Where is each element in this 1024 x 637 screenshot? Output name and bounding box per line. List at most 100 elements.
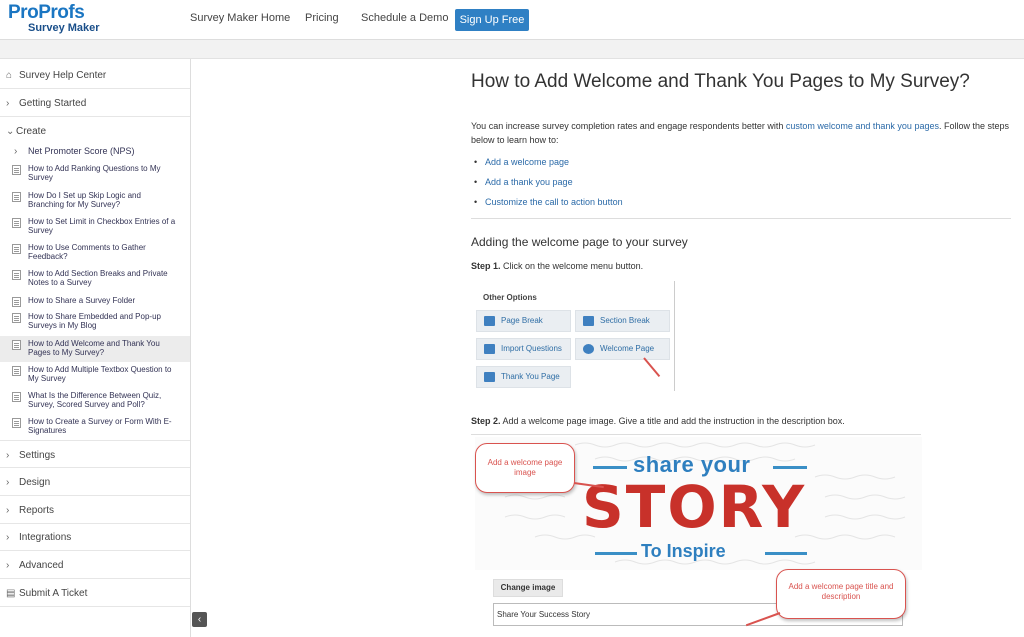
nav-survey-maker-home[interactable]: Survey Maker Home: [190, 12, 290, 24]
chevron-right-icon: ›: [6, 532, 10, 543]
sidebar-item-integrations[interactable]: › Integrations: [0, 523, 190, 551]
chevron-right-icon: ›: [6, 450, 10, 461]
other-options-title: Other Options: [483, 293, 537, 302]
document-icon: [12, 192, 21, 202]
button-label: Page Break: [501, 316, 543, 325]
sidebar-item-label: Reports: [19, 505, 55, 516]
sidebar-article[interactable]: How to Share Embedded and Pop-up Surveys…: [0, 312, 190, 334]
top-navigation: ProProfs Survey Maker Survey Maker Home …: [0, 0, 1024, 40]
button-label: Thank You Page: [501, 372, 560, 381]
thumbs-up-icon: [484, 372, 495, 382]
smiley-icon: [583, 344, 594, 354]
sidebar-article[interactable]: How to Use Comments to Gather Feedback?: [0, 243, 190, 265]
divider: [471, 218, 1011, 219]
document-icon: [12, 313, 21, 323]
sidebar-article-label: How to Add Multiple Textbox Question to …: [28, 365, 172, 383]
image-text-story: STORY: [582, 473, 807, 541]
sign-up-button[interactable]: Sign Up Free: [455, 9, 529, 31]
sidebar-item-label: Advanced: [19, 560, 64, 571]
sidebar-article[interactable]: How to Create a Survey or Form With E-Si…: [0, 417, 190, 439]
ticket-icon: ▤: [6, 588, 16, 599]
sidebar-item-getting-started[interactable]: › Getting Started: [0, 89, 190, 117]
home-icon: ⌂: [6, 70, 13, 81]
chevron-right-icon: ›: [6, 560, 10, 571]
intro-link[interactable]: custom welcome and thank you pages: [786, 121, 939, 131]
sidebar-article[interactable]: How to Share a Survey Folder: [0, 296, 190, 308]
decor-stripe: [765, 552, 807, 555]
proprofs-logo[interactable]: ProProfs Survey Maker: [8, 2, 108, 36]
sidebar-item-label: Settings: [19, 450, 56, 461]
sidebar-article-active[interactable]: How to Add Welcome and Thank You Pages t…: [0, 336, 190, 362]
button-label: Section Break: [600, 316, 650, 325]
welcome-page-button[interactable]: Welcome Page: [575, 338, 670, 360]
page-break-icon: [484, 316, 495, 326]
logo-pro: Pro: [8, 2, 39, 23]
sidebar-item-submit-ticket[interactable]: ▤ Submit A Ticket: [0, 579, 190, 607]
sidebar-item-advanced[interactable]: › Advanced: [0, 551, 190, 579]
image-text-inspire: To Inspire: [641, 541, 726, 561]
sidebar-item-label: Integrations: [19, 532, 72, 543]
nav-pricing[interactable]: Pricing: [305, 12, 339, 24]
section-heading: Adding the welcome page to your survey: [471, 235, 688, 249]
document-icon: [12, 418, 21, 428]
document-icon: [12, 244, 21, 254]
sidebar-article-label: How to Create a Survey or Form With E-Si…: [28, 417, 172, 435]
document-icon: [12, 297, 21, 307]
intro-paragraph: You can increase survey completion rates…: [471, 119, 1016, 147]
bullet-link[interactable]: Add a welcome page: [485, 157, 569, 167]
sidebar-article-label: How to Add Section Breaks and Private No…: [28, 269, 168, 287]
sidebar-article[interactable]: How to Add Multiple Textbox Question to …: [0, 365, 190, 387]
sidebar-item-label: Net Promoter Score (NPS): [28, 146, 135, 156]
chevron-right-icon: ›: [6, 505, 10, 516]
button-label: Import Questions: [501, 344, 562, 353]
sidebar-item-label: Submit A Ticket: [19, 588, 88, 599]
sidebar-item-design[interactable]: › Design: [0, 468, 190, 496]
sidebar-article[interactable]: What Is the Difference Between Quiz, Sur…: [0, 391, 190, 413]
section-break-button[interactable]: Section Break: [575, 310, 670, 332]
callout-text: Add a welcome page title and description: [788, 582, 894, 601]
logo-wordmark: ProProfs: [8, 2, 85, 24]
decor-stripe: [773, 466, 807, 469]
sidebar-item-label: Create: [16, 126, 47, 137]
sidebar-article[interactable]: How to Set Limit in Checkbox Entries of …: [0, 217, 190, 239]
document-icon: [12, 165, 21, 175]
import-icon: [484, 344, 495, 354]
logo-profs: Profs: [38, 2, 85, 23]
sidebar-article-label: How to Share a Survey Folder: [28, 296, 136, 305]
sidebar-article-label: How to Share Embedded and Pop-up Surveys…: [28, 312, 161, 330]
change-image-button[interactable]: Change image: [493, 579, 563, 597]
chevron-down-icon: ⌄: [6, 126, 15, 137]
sidebar-article-label: How to Add Welcome and Thank You Pages t…: [28, 339, 160, 357]
sidebar-item-help-center[interactable]: ⌂ Survey Help Center: [0, 61, 190, 89]
sidebar-article[interactable]: How to Add Section Breaks and Private No…: [0, 269, 190, 291]
article-title: How to Add Welcome and Thank You Pages t…: [471, 71, 970, 92]
step-1: Step 1. Click on the welcome menu button…: [471, 261, 643, 271]
sub-header-bar: [0, 40, 1024, 59]
document-icon: [12, 366, 21, 376]
import-questions-button[interactable]: Import Questions: [476, 338, 571, 360]
page-break-button[interactable]: Page Break: [476, 310, 571, 332]
document-icon: [12, 392, 21, 402]
step-text: Add a welcome page image. Give a title a…: [500, 416, 845, 426]
sidebar-item-reports[interactable]: › Reports: [0, 496, 190, 524]
chevron-left-icon: ‹: [197, 614, 202, 625]
document-icon: [12, 270, 21, 280]
collapse-sidebar-button[interactable]: ‹: [192, 612, 207, 627]
chevron-right-icon: ›: [6, 98, 10, 109]
section-break-icon: [583, 316, 594, 326]
button-label: Welcome Page: [600, 344, 655, 353]
bullet-link[interactable]: Customize the call to action button: [485, 197, 623, 207]
bullet-link[interactable]: Add a thank you page: [485, 177, 573, 187]
sidebar-article-label: How to Set Limit in Checkbox Entries of …: [28, 217, 176, 235]
nav-schedule-demo[interactable]: Schedule a Demo: [361, 12, 448, 24]
sidebar-item-nps[interactable]: › Net Promoter Score (NPS): [0, 146, 190, 160]
sidebar-article[interactable]: How to Add Ranking Questions to My Surve…: [0, 164, 190, 186]
sidebar-item-label: Survey Help Center: [19, 70, 107, 81]
thank-you-page-button[interactable]: Thank You Page: [476, 366, 571, 388]
sidebar-item-settings[interactable]: › Settings: [0, 440, 190, 468]
step-label: Step 1.: [471, 261, 501, 271]
sidebar-article[interactable]: How Do I Set up Skip Logic and Branching…: [0, 191, 190, 213]
sidebar-article-label: How to Add Ranking Questions to My Surve…: [28, 164, 161, 182]
sidebar-item-label: Design: [19, 477, 51, 488]
sidebar-item-create[interactable]: ⌄ Create: [0, 117, 190, 145]
